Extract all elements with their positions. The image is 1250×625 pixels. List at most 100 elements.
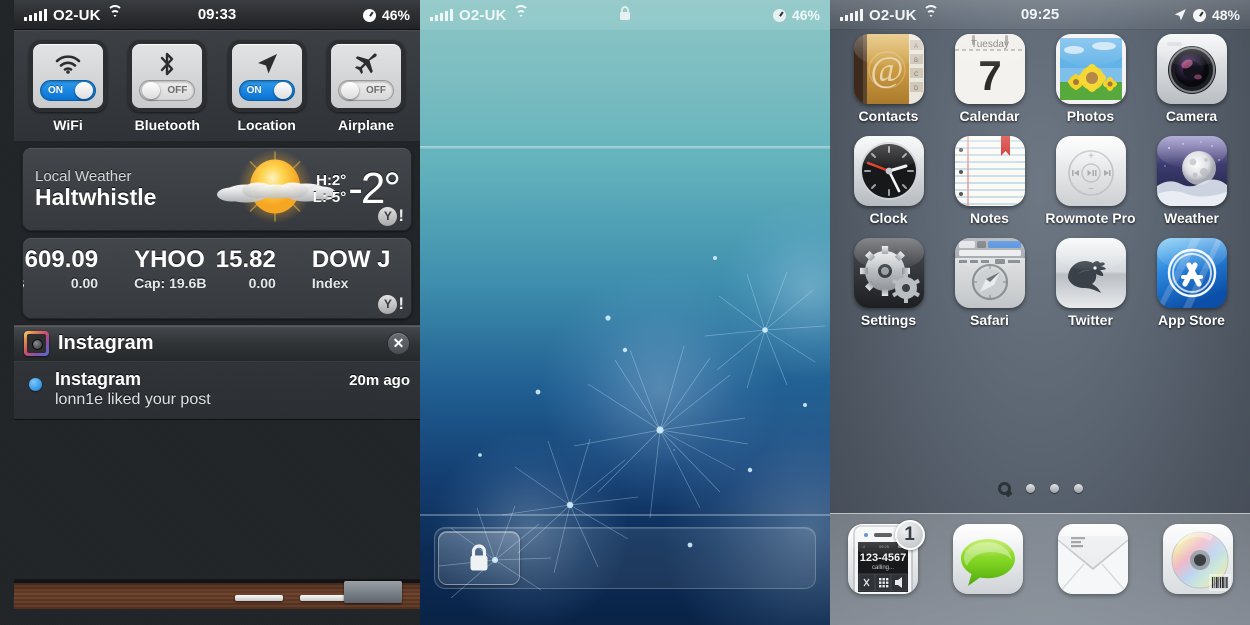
notes-icon[interactable] <box>954 136 1025 206</box>
slide-to-unlock-track[interactable] <box>434 527 816 589</box>
weather-widget-section: Local Weather Haltwhistle H:2° L:-5° -2°… <box>14 141 420 237</box>
messages-bubble-icon[interactable] <box>952 524 1023 594</box>
signal-bars-icon <box>24 9 47 21</box>
stock-item[interactable]: DOW J Index <box>294 246 411 291</box>
stocks-ticker[interactable]: G 609.09 3.0B 0.00 YHOO 15.82 <box>23 238 411 291</box>
status-left: O2-UK <box>840 5 939 24</box>
airplane-switch[interactable]: OFF <box>337 80 394 101</box>
svg-text:C: C <box>914 72 919 78</box>
itunes-cd-icon[interactable] <box>1162 524 1233 594</box>
toggle-location-box[interactable]: ON <box>227 40 306 112</box>
app-store-icon[interactable] <box>1156 238 1227 308</box>
battery-percent: 46% <box>791 7 820 23</box>
carrier-label: O2-UK <box>869 6 917 24</box>
contacts-icon[interactable]: AB CD @ <box>853 34 924 104</box>
close-icon[interactable]: ✕ <box>387 332 410 355</box>
dock-messages[interactable] <box>948 524 1028 594</box>
toggle-airplane-label: Airplane <box>337 117 394 133</box>
status-left: O2-UK <box>430 5 529 24</box>
notification-center-panel: O2-UK 09:33 46% ON WiFi OFF Bluetooth ON… <box>0 0 420 625</box>
safari-icon[interactable] <box>954 238 1025 308</box>
dock-phone[interactable]: ..ıl 09:25 123-4567 calling... 1 <box>843 520 925 594</box>
app-weather[interactable]: Weather <box>1144 136 1240 226</box>
yahoo-icon[interactable]: Y ! <box>378 294 404 314</box>
switch-knob <box>273 82 292 99</box>
app-label: Weather <box>1164 210 1219 226</box>
notification-group-header: Instagram ✕ <box>14 325 420 361</box>
status-time: 09:33 <box>197 6 237 23</box>
svg-text:D: D <box>914 86 919 92</box>
app-label: App Store <box>1158 312 1225 328</box>
switch-knob <box>75 82 93 99</box>
page-dot[interactable] <box>1049 484 1059 493</box>
toggle-bluetooth-box[interactable]: OFF <box>128 40 207 112</box>
toggle-location[interactable]: ON Location <box>221 40 313 133</box>
app-calendar[interactable]: Tuesday 7 Calendar <box>942 34 1038 124</box>
spotlight-search-icon[interactable] <box>997 482 1011 495</box>
toggle-bluetooth[interactable]: OFF Bluetooth <box>121 40 213 133</box>
toggle-airplane[interactable]: OFF Airplane <box>320 40 412 133</box>
toggle-wifi[interactable]: ON WiFi <box>22 40 114 133</box>
location-switch[interactable]: ON <box>238 80 295 101</box>
app-settings[interactable]: Settings <box>841 238 937 328</box>
nc-content: O2-UK 09:33 46% ON WiFi OFF Bluetooth ON… <box>14 0 420 625</box>
rowmote-pro-icon[interactable]: + − <box>1055 136 1126 206</box>
app-clock[interactable]: Clock <box>841 136 937 226</box>
app-row: AB CD @ Contacts Tuesday 7 Calendar Phot… <box>838 34 1242 124</box>
yahoo-icon[interactable]: Y ! <box>378 206 404 226</box>
phone-screen-number: 123-4567 <box>859 552 906 564</box>
app-contacts[interactable]: AB CD @ Contacts <box>841 34 937 124</box>
notification-row[interactable]: Instagram 20m ago lonn1e liked your post <box>14 361 420 420</box>
mail-envelope-icon[interactable] <box>1057 524 1128 594</box>
stock-item[interactable]: YHOO 15.82 Cap: 19.6B 0.00 <box>116 246 294 291</box>
wifi-switch[interactable]: ON <box>40 80 96 101</box>
stock-symbol: YHOO <box>134 246 205 273</box>
stocks-widget-section: G 609.09 3.0B 0.00 YHOO 15.82 <box>14 237 420 325</box>
app-label: Photos <box>1066 108 1115 124</box>
page-dots[interactable] <box>830 482 1250 495</box>
app-app-store[interactable]: App Store <box>1144 238 1240 328</box>
dock-mail[interactable] <box>1053 524 1133 594</box>
settings-gears-icon[interactable] <box>853 238 924 308</box>
trackpad <box>344 581 402 603</box>
desk-surface <box>0 579 420 625</box>
app-row: Settings Safari Twitter App Store <box>838 238 1242 328</box>
stocks-widget[interactable]: G 609.09 3.0B 0.00 YHOO 15.82 <box>22 237 412 319</box>
app-notes[interactable]: Notes <box>942 136 1038 226</box>
weather-moon-icon[interactable] <box>1156 136 1227 206</box>
dock-itunes[interactable] <box>1158 524 1238 594</box>
calendar-weekday: Tuesday <box>971 39 1009 50</box>
app-label: Twitter <box>1068 312 1113 328</box>
stock-price: 609.09 <box>24 246 99 273</box>
page-dot[interactable] <box>1025 484 1035 493</box>
stock-item[interactable]: G 609.09 3.0B 0.00 <box>23 246 116 291</box>
stock-top: YHOO 15.82 <box>134 246 276 274</box>
slide-to-unlock-knob[interactable] <box>438 531 520 585</box>
stock-top: G 609.09 <box>23 246 99 274</box>
lock-status-bar: O2-UK 46% <box>420 0 830 30</box>
notification-timestamp: 20m ago <box>349 372 410 389</box>
wifi-icon <box>106 5 123 21</box>
weather-widget[interactable]: Local Weather Haltwhistle H:2° L:-5° -2°… <box>22 147 412 231</box>
app-photos[interactable]: Photos <box>1043 34 1139 124</box>
app-camera[interactable]: Camera <box>1144 34 1240 124</box>
app-twitter[interactable]: Twitter <box>1043 238 1139 328</box>
toggle-airplane-box[interactable]: OFF <box>326 40 405 112</box>
weather-high: H:2° <box>316 172 347 189</box>
camera-icon[interactable] <box>1156 34 1227 104</box>
page-dot[interactable] <box>1073 484 1083 493</box>
twitter-bird-icon[interactable] <box>1055 238 1126 308</box>
lock-divider-bottom <box>420 514 830 516</box>
bluetooth-switch[interactable]: OFF <box>139 80 196 101</box>
weather-low: L:-5° <box>312 189 347 206</box>
quick-toggles-row: ON WiFi OFF Bluetooth ON Location OFF Ai… <box>14 30 420 141</box>
svg-text:..ıl: ..ıl <box>861 544 865 549</box>
app-safari[interactable]: Safari <box>942 238 1038 328</box>
photos-icon[interactable] <box>1055 34 1126 104</box>
toggle-wifi-box[interactable]: ON <box>29 40 107 112</box>
clock-icon[interactable] <box>853 136 924 206</box>
app-rowmote-pro[interactable]: + − Rowmote Pro <box>1043 136 1139 226</box>
yahoo-mark: Y <box>378 294 398 314</box>
lock-icon <box>619 6 631 21</box>
calendar-icon[interactable]: Tuesday 7 <box>954 34 1025 104</box>
